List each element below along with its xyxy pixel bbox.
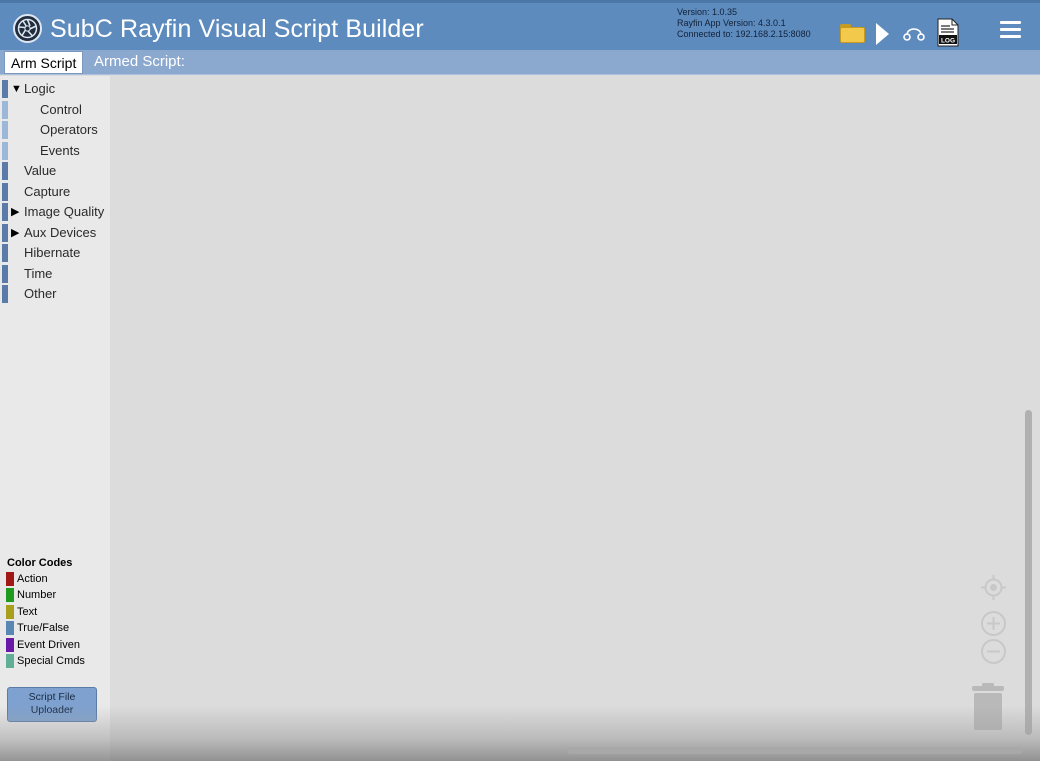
zoom-out-icon[interactable] [980,638,1007,670]
play-icon[interactable] [876,23,889,45]
armed-script-label: Armed Script: [94,53,185,70]
category-label: Image Quality [24,204,105,219]
header-bar: SubC Rayfin Visual Script Builder Versio… [0,0,1040,50]
category-operators[interactable]: Operators [2,121,108,139]
category-aux-devices[interactable]: ▶ Aux Devices [2,224,108,242]
recenter-icon[interactable] [980,574,1007,606]
category-time[interactable]: Time [2,265,108,283]
app-title: SubC Rayfin Visual Script Builder [50,15,424,43]
block-category-sidebar: ▼ Logic Control Operators Events Value C… [0,76,110,761]
legend-label: Number [17,589,57,601]
legend-label: Special Cmds [17,655,85,667]
category-value[interactable]: Value [2,162,108,180]
script-file-uploader-button[interactable]: Script File Uploader [7,687,97,722]
legend-swatch [6,588,14,602]
expanded-arrow-icon: ▼ [11,83,22,95]
app-version-text: Rayfin App Version: 4.3.0.1 [677,18,786,28]
collapsed-arrow-icon: ▶ [11,206,20,218]
legend-label: True/False [17,622,70,634]
legend-swatch [6,621,14,635]
legend-swatch [6,605,14,619]
app-window: SubC Rayfin Visual Script Builder Versio… [0,0,1040,761]
log-icon-text: LOG [941,38,955,45]
category-image-quality[interactable]: ▶ Image Quality [2,203,108,221]
horizontal-scrollbar[interactable] [567,747,1023,754]
category-label: Operators [40,122,98,137]
category-capture[interactable]: Capture [2,183,108,201]
aperture-logo-icon [13,14,42,43]
arm-script-button[interactable]: Arm Script [4,51,84,74]
category-label: Control [40,102,82,117]
category-label: Logic [24,81,56,96]
legend-label: Text [17,606,38,618]
legend-label: Action [17,573,48,585]
category-label: Value [24,163,57,178]
log-icon[interactable]: LOG [936,18,960,47]
script-workspace[interactable] [110,76,1040,761]
category-other[interactable]: Other [2,285,108,303]
vertical-scrollbar[interactable] [1025,410,1032,735]
category-logic[interactable]: ▼ Logic [2,80,108,98]
trash-icon[interactable] [969,683,1007,738]
category-label: Capture [24,184,71,199]
version-info: Version: 1.0.35 Rayfin App Version: 4.3.… [677,7,811,40]
uploader-label-line1: Script File [28,691,76,703]
category-control[interactable]: Control [2,101,108,119]
version-text: Version: 1.0.35 [677,7,738,17]
connection-text: Connected to: 192.168.2.15:8080 [677,29,811,39]
category-label: Events [40,143,80,158]
category-label: Aux Devices [24,225,97,240]
category-events[interactable]: Events [2,142,108,160]
color-codes-title: Color Codes [7,557,73,569]
collapsed-arrow-icon: ▶ [11,227,20,239]
category-hibernate[interactable]: Hibernate [2,244,108,262]
legend-swatch [6,654,14,668]
legend-label: Event Driven [17,639,80,651]
folder-icon[interactable] [840,24,865,43]
category-label: Other [24,286,57,301]
script-bar: Arm Script Armed Script: [0,50,1040,75]
uploader-label-line2: Uploader [30,704,74,716]
legend-swatch [6,572,14,586]
category-label: Time [24,266,53,281]
legend-swatch [6,638,14,652]
connection-icon[interactable] [902,23,926,48]
menu-icon[interactable] [1000,21,1021,39]
category-label: Hibernate [24,245,81,260]
